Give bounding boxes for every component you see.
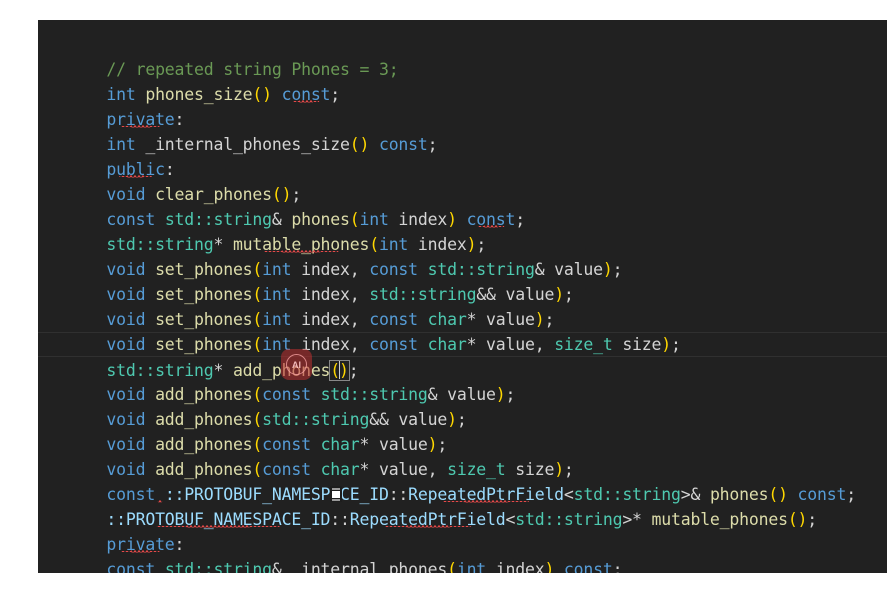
code-line[interactable]: std::string* _internal_add_phones(); — [38, 557, 887, 573]
code-line[interactable]: void set_phones(int index, const std::st… — [38, 232, 887, 279]
code-line[interactable]: }; — [38, 20, 887, 32]
code-line[interactable]: void set_phones(int index, const char* v… — [38, 307, 887, 354]
code-line[interactable]: private: — [38, 507, 887, 554]
code-line[interactable]: int _internal_phones_size() const; — [38, 107, 887, 154]
code-line[interactable]: void add_phones(const char* value); — [38, 407, 887, 454]
code-text-area[interactable]: }; // repeated string Phones = 3; int ph… — [38, 20, 887, 573]
code-editor-surface[interactable]: }; // repeated string Phones = 3; int ph… — [38, 20, 887, 573]
code-line[interactable]: public: — [38, 132, 887, 179]
code-line[interactable]: ::PROTOBUF_NAMESPACE_ID::RepeatedPtrFiel… — [38, 482, 887, 529]
code-line[interactable]: void set_phones(int index, const char* v… — [38, 282, 887, 329]
code-line[interactable]: void add_phones(std::string&& value); — [38, 382, 887, 429]
code-line[interactable]: void add_phones(const char* value, size_… — [38, 432, 887, 479]
code-line-active[interactable]: std::string* add_phones(); — [38, 332, 887, 381]
code-line[interactable]: const std::string& phones(int index) con… — [38, 182, 887, 229]
code-line[interactable]: private: — [38, 82, 887, 129]
code-line[interactable]: int phones_size() const; — [38, 57, 887, 104]
code-line[interactable]: void add_phones(const std::string& value… — [38, 357, 887, 404]
code-line[interactable]: const ::PROTOBUF_NAMESPACE_ID::RepeatedP… — [38, 457, 887, 504]
code-line[interactable]: std::string* mutable_phones(int index); — [38, 207, 887, 254]
code-line[interactable]: const std::string& _internal_phones(int … — [38, 532, 887, 573]
code-line[interactable]: void set_phones(int index, std::string&&… — [38, 257, 887, 304]
code-line[interactable]: void clear_phones(); — [38, 157, 887, 204]
code-line[interactable]: // repeated string Phones = 3; — [38, 32, 887, 79]
